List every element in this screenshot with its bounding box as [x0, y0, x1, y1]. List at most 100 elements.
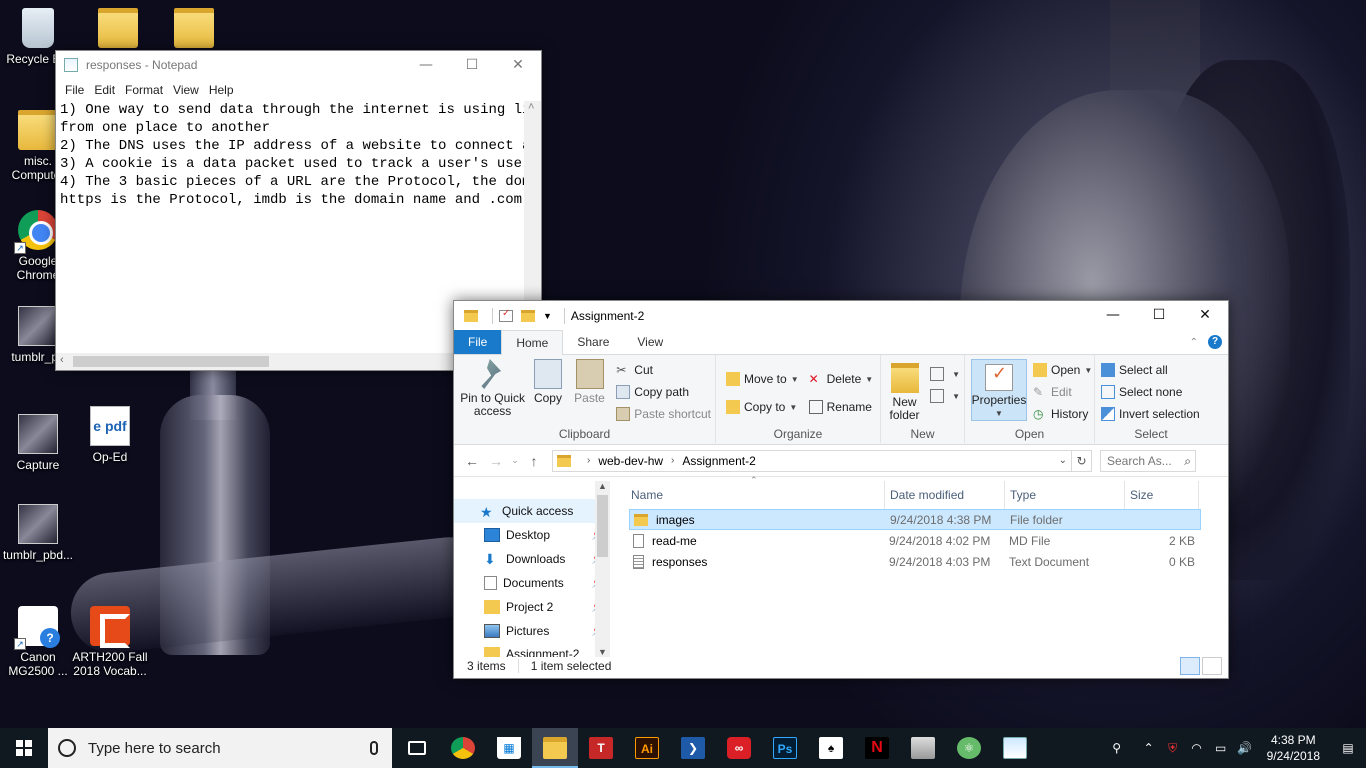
search-input[interactable]: Search As... ⌕	[1100, 449, 1196, 472]
large-icons-view-button[interactable]	[1202, 657, 1222, 675]
properties-button[interactable]: Properties ▼	[971, 359, 1027, 421]
taskbar-search-input[interactable]: Type here to search	[48, 728, 392, 768]
start-button[interactable]	[0, 728, 48, 768]
tab-view[interactable]: View	[623, 330, 677, 354]
nav-item-desktop[interactable]: Desktop 📌	[454, 523, 610, 547]
paste-shortcut-button[interactable]: Paste shortcut	[616, 403, 711, 425]
maximize-button[interactable]: ☐	[1136, 301, 1182, 329]
menu-edit[interactable]: Edit	[89, 83, 120, 97]
minimize-button[interactable]: —	[1090, 301, 1136, 329]
taskbar-netflix[interactable]: N	[854, 728, 900, 768]
scrollbar-thumb[interactable]	[597, 495, 608, 557]
table-row[interactable]: read-me 9/24/2018 4:02 PM MD File 2 KB	[629, 530, 1201, 551]
collapse-ribbon-icon[interactable]: ⌃	[1190, 337, 1198, 348]
taskbar-typora[interactable]: T	[578, 728, 624, 768]
easy-access-button[interactable]: ▼	[930, 385, 960, 407]
close-button[interactable]: ✕	[1182, 301, 1228, 329]
taskbar-creative-cloud[interactable]: ∞	[716, 728, 762, 768]
desktop-icon-tumblr-pbd[interactable]: tumblr_pbd...	[0, 504, 76, 562]
copy-button[interactable]: Copy	[529, 359, 567, 425]
forward-button[interactable]: →	[484, 453, 508, 469]
move-to-button[interactable]: Move to ▼	[726, 365, 799, 393]
desktop-icon-folder[interactable]	[80, 8, 156, 52]
new-folder-button[interactable]: New folder	[887, 363, 922, 422]
nav-item-project-2[interactable]: Project 2 📌	[454, 595, 610, 619]
tab-file[interactable]: File	[454, 330, 502, 354]
people-icon[interactable]: ⚲	[1105, 741, 1129, 755]
delete-button[interactable]: ✕ Delete ▼	[809, 365, 874, 393]
close-button[interactable]: ✕	[495, 51, 541, 79]
select-all-button[interactable]: Select all	[1101, 359, 1203, 381]
desktop-icon-op-ed[interactable]: e pdf Op-Ed	[72, 406, 148, 464]
volume-icon[interactable]: 🔊	[1233, 741, 1257, 755]
scroll-left-icon[interactable]: ‹	[60, 354, 64, 366]
menu-format[interactable]: Format	[120, 83, 168, 97]
minimize-button[interactable]: —	[403, 51, 449, 79]
wifi-icon[interactable]: ◠	[1185, 741, 1209, 755]
taskbar-solitaire[interactable]: ♠	[808, 728, 854, 768]
menu-file[interactable]: File	[60, 83, 89, 97]
taskbar-photoshop[interactable]: Ps	[762, 728, 808, 768]
edit-button[interactable]: ✎ Edit	[1033, 381, 1092, 403]
properties-quick-icon[interactable]	[499, 308, 513, 322]
rename-button[interactable]: Rename	[808, 393, 874, 421]
nav-item-downloads[interactable]: ⬇ Downloads 📌	[454, 547, 610, 571]
new-item-button[interactable]: ▼	[930, 363, 960, 385]
security-shield-icon[interactable]: ⛨	[1161, 741, 1185, 756]
tab-share[interactable]: Share	[563, 330, 623, 354]
refresh-button[interactable]: ↻	[1072, 449, 1092, 472]
paste-button[interactable]: Paste	[571, 359, 609, 425]
open-button[interactable]: Open ▼	[1033, 359, 1092, 381]
taskbar-powershell[interactable]: ❯	[670, 728, 716, 768]
taskbar-illustrator[interactable]: Ai	[624, 728, 670, 768]
scroll-up-icon[interactable]: ▲	[598, 481, 607, 491]
scrollbar-thumb[interactable]	[73, 356, 269, 367]
action-center-icon[interactable]: ▤	[1330, 741, 1366, 755]
desktop-icon-arth200[interactable]: ARTH200 Fall 2018 Vocab...	[72, 606, 148, 678]
battery-icon[interactable]: ▭	[1209, 741, 1233, 755]
help-icon[interactable]: ?	[1208, 335, 1222, 349]
history-button[interactable]: ◷ History	[1033, 403, 1092, 425]
navigation-scrollbar[interactable]: ▲ ▼	[595, 481, 610, 657]
menu-help[interactable]: Help	[204, 83, 239, 97]
desktop-icon-canon[interactable]: ↗ Canon MG2500 ...	[0, 606, 76, 678]
taskbar-notepad[interactable]	[992, 728, 1038, 768]
invert-selection-button[interactable]: Invert selection	[1101, 403, 1203, 425]
chevron-down-icon[interactable]: ⌄	[1059, 455, 1067, 466]
column-header-date[interactable]: Date modified	[885, 481, 1005, 509]
desktop-icon-folder[interactable]	[156, 8, 232, 52]
taskbar-store[interactable]: ▦	[486, 728, 532, 768]
show-hidden-icons-icon[interactable]: ⌃	[1137, 741, 1161, 755]
taskbar-atom[interactable]: ⚛	[946, 728, 992, 768]
nav-item-documents[interactable]: Documents 📌	[454, 571, 610, 595]
microphone-icon[interactable]	[370, 741, 378, 755]
table-row[interactable]: images 9/24/2018 4:38 PM File folder	[629, 509, 1201, 530]
desktop-icon-capture[interactable]: Capture	[0, 414, 76, 472]
column-header-size[interactable]: Size	[1125, 481, 1199, 509]
taskbar-chrome[interactable]	[440, 728, 486, 768]
maximize-button[interactable]: ☐	[449, 51, 495, 79]
nav-item-pictures[interactable]: Pictures 📌	[454, 619, 610, 643]
copy-to-button[interactable]: Copy to ▼	[726, 393, 799, 421]
back-button[interactable]: ←	[460, 453, 484, 469]
explorer-titlebar[interactable]: ▼ Assignment-2 — ☐ ✕	[454, 301, 1228, 331]
copy-path-button[interactable]: Copy path	[616, 381, 711, 403]
tab-home[interactable]: Home	[501, 330, 564, 355]
customize-toolbar-chevron-icon[interactable]: ▼	[543, 311, 552, 321]
task-view-button[interactable]	[394, 728, 440, 768]
taskbar-file-explorer[interactable]	[532, 728, 578, 768]
menu-view[interactable]: View	[168, 83, 204, 97]
breadcrumb-item[interactable]: web-dev-hw	[598, 454, 663, 468]
notepad-titlebar[interactable]: responses - Notepad — ☐ ✕	[56, 51, 541, 79]
taskbar-photos[interactable]	[900, 728, 946, 768]
details-view-button[interactable]	[1180, 657, 1200, 675]
select-none-button[interactable]: Select none	[1101, 381, 1203, 403]
recent-locations-chevron-icon[interactable]: ⌄	[508, 455, 522, 466]
address-bar[interactable]: › web-dev-hw › Assignment-2 ⌄	[552, 449, 1072, 472]
new-folder-quick-icon[interactable]	[521, 310, 535, 322]
column-header-type[interactable]: Type	[1005, 481, 1125, 509]
up-button[interactable]: ↑	[522, 453, 546, 469]
cut-button[interactable]: ✂ Cut	[616, 359, 711, 381]
pin-to-quick-access-button[interactable]: Pin to Quick access	[460, 359, 525, 425]
nav-item-quick-access[interactable]: ★ Quick access	[454, 499, 610, 523]
